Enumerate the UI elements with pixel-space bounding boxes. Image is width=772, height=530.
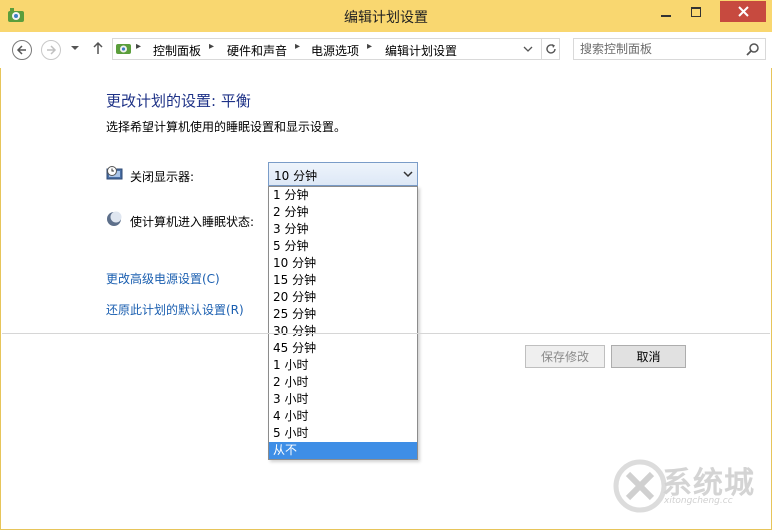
breadcrumb-control-panel[interactable]: 控制面板 <box>153 42 201 59</box>
breadcrumb-power-options[interactable]: 电源选项 <box>311 42 359 59</box>
chevron-right-icon[interactable]: ▸ <box>367 41 372 52</box>
advanced-power-settings-link[interactable]: 更改高级电源设置(C) <box>106 270 220 287</box>
dropdown-option[interactable]: 25 分钟 <box>269 306 417 323</box>
control-panel-icon <box>116 44 131 54</box>
dropdown-option[interactable]: 30 分钟 <box>269 323 417 340</box>
forward-button[interactable] <box>41 40 61 60</box>
save-changes-button[interactable]: 保存修改 <box>525 345 605 368</box>
dropdown-option-highlighted[interactable]: 从不 <box>269 442 417 459</box>
sleep-label: 使计算机进入睡眠状态: <box>130 215 255 229</box>
minimize-button[interactable] <box>652 1 680 22</box>
sleep-moon-icon <box>107 211 122 226</box>
dropdown-option[interactable]: 1 小时 <box>269 357 417 374</box>
maximize-icon <box>691 6 701 17</box>
dropdown-option[interactable]: 5 分钟 <box>269 238 417 255</box>
close-icon <box>737 6 749 17</box>
refresh-button[interactable] <box>541 39 560 59</box>
minimize-icon <box>661 14 671 17</box>
display-off-select[interactable]: 10 分钟 <box>268 162 418 186</box>
search-icon[interactable] <box>746 42 760 56</box>
address-bar[interactable]: ▸ 控制面板 ▸ 硬件和声音 ▸ 电源选项 ▸ 编辑计划设置 <box>112 38 560 60</box>
divider <box>2 333 770 334</box>
dropdown-option[interactable]: 1 分钟 <box>269 187 417 204</box>
chevron-down-icon <box>523 46 533 52</box>
page-subtitle: 选择希望计算机使用的睡眠设置和显示设置。 <box>106 120 347 134</box>
dropdown-option[interactable]: 2 分钟 <box>269 204 417 221</box>
dropdown-option[interactable]: 20 分钟 <box>269 289 417 306</box>
breadcrumb-hardware-sound[interactable]: 硬件和声音 <box>227 42 287 59</box>
dropdown-option[interactable]: 45 分钟 <box>269 340 417 357</box>
close-button[interactable] <box>720 1 766 22</box>
chevron-down-icon <box>403 171 413 178</box>
dropdown-option[interactable]: 15 分钟 <box>269 272 417 289</box>
watermark-logo-icon <box>613 459 667 513</box>
address-dropdown-button[interactable] <box>523 43 533 57</box>
page-title: 更改计划的设置: 平衡 <box>106 92 251 110</box>
dropdown-option[interactable]: 2 小时 <box>269 374 417 391</box>
watermark: 系统城 xitongcheng.cc <box>612 454 762 518</box>
dropdown-option[interactable]: 3 分钟 <box>269 221 417 238</box>
dropdown-option[interactable]: 5 小时 <box>269 425 417 442</box>
chevron-right-icon[interactable]: ▸ <box>136 41 141 52</box>
navigation-bar: ▸ 控制面板 ▸ 硬件和声音 ▸ 电源选项 ▸ 编辑计划设置 <box>0 32 772 68</box>
arrow-left-icon <box>16 45 26 55</box>
title-bar: 编辑计划设置 <box>0 0 772 32</box>
breadcrumb-edit-plan[interactable]: 编辑计划设置 <box>385 42 457 59</box>
chevron-right-icon[interactable]: ▸ <box>209 41 214 52</box>
dropdown-option[interactable]: 3 小时 <box>269 391 417 408</box>
up-button[interactable] <box>92 41 104 58</box>
monitor-clock-icon <box>106 166 123 180</box>
search-box[interactable] <box>573 38 766 60</box>
display-off-label: 关闭显示器: <box>130 170 195 184</box>
display-off-value: 10 分钟 <box>274 169 318 183</box>
arrow-up-icon <box>93 41 103 54</box>
refresh-icon <box>546 44 556 54</box>
dropdown-option[interactable]: 10 分钟 <box>269 255 417 272</box>
restore-defaults-link[interactable]: 还原此计划的默认设置(R) <box>106 301 244 318</box>
chevron-right-icon[interactable]: ▸ <box>295 41 300 52</box>
chevron-down-icon <box>71 46 79 50</box>
maximize-button[interactable] <box>682 1 710 22</box>
cancel-button[interactable]: 取消 <box>611 345 686 368</box>
search-input[interactable] <box>580 41 740 57</box>
display-off-dropdown-list: 1 分钟 2 分钟 3 分钟 5 分钟 10 分钟 15 分钟 20 分钟 25… <box>268 186 418 460</box>
back-button[interactable] <box>12 40 32 60</box>
watermark-url: xitongcheng.cc <box>664 496 733 506</box>
arrow-right-icon <box>47 45 57 55</box>
dropdown-option[interactable]: 4 小时 <box>269 408 417 425</box>
recent-locations-button[interactable] <box>70 42 80 56</box>
